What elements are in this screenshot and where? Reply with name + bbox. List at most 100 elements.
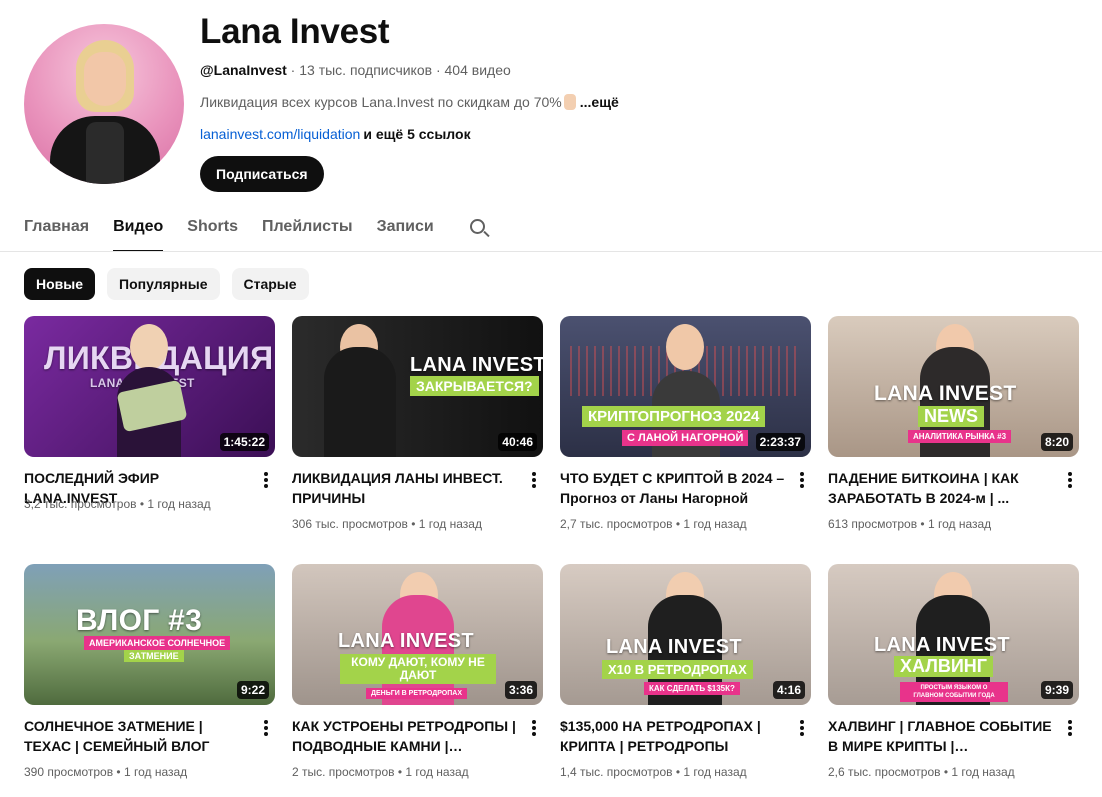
view-count: 2,7 тыс. просмотров [560, 517, 673, 531]
more-actions-icon[interactable] [257, 470, 275, 490]
video-duration: 40:46 [498, 433, 537, 451]
channel-links: lanainvest.com/liquidation и ещё 5 ссылок [200, 126, 471, 142]
avatar-face [84, 52, 126, 106]
kebab-dot [264, 732, 268, 736]
thumbnail-subtitle: X10 В РЕТРОДРОПАХ [602, 660, 753, 679]
tab-videos[interactable]: Видео [113, 210, 164, 252]
video-thumbnail[interactable]: LANA INVEST ЗАКРЫВАЕТСЯ? 40:46 [292, 316, 543, 457]
thumbnail-title: LANA INVEST [874, 634, 1010, 656]
video-meta: 1,4 тыс. просмотров • 1 год назад [560, 765, 747, 779]
video-title[interactable]: ЧТО БУДЕТ С КРИПТОЙ В 2024 – Прогноз от … [560, 468, 785, 508]
thumbnail-subtitle: NEWS [918, 406, 984, 427]
thumbnail-person-head [130, 324, 168, 370]
more-actions-icon[interactable] [525, 718, 543, 738]
tabs-divider [0, 251, 1102, 252]
thumbnail-person [324, 347, 396, 457]
thumbnail-title: LANA INVEST [874, 382, 1017, 405]
kebab-dot [532, 472, 536, 476]
more-actions-icon[interactable] [525, 470, 543, 490]
upload-age: 1 год назад [147, 497, 211, 511]
upload-age: 1 год назад [683, 765, 747, 779]
video-duration: 2:23:37 [755, 433, 805, 451]
video-thumbnail[interactable]: LANA INVEST NEWS АНАЛИТИКА РЫНКА #3 8:20 [828, 316, 1079, 457]
video-title[interactable]: ХАЛВИНГ | ГЛАВНОЕ СОБЫТИЕ В МИРЕ КРИПТЫ … [828, 716, 1053, 756]
thumbnail-subtitle: ЗАКРЫВАЕТСЯ? [410, 376, 539, 396]
more-actions-icon[interactable] [793, 470, 811, 490]
kebab-dot [264, 472, 268, 476]
tab-playlists[interactable]: Плейлисты [262, 210, 353, 252]
thumbnail-tag: ЗАТМЕНИЕ [124, 650, 184, 662]
more-actions-icon[interactable] [793, 718, 811, 738]
meta-sep-1: · [286, 62, 300, 78]
tab-home[interactable]: Главная [24, 210, 89, 252]
video-card[interactable]: LANA INVEST КОМУ ДАЮТ, КОМУ НЕ ДАЮТ ДЕНЬ… [292, 564, 543, 784]
tab-shorts[interactable]: Shorts [187, 210, 238, 252]
kebab-dot [1068, 732, 1072, 736]
channel-meta: @LanaInvest · 13 тыс. подписчиков · 404 … [200, 62, 511, 78]
more-actions-icon[interactable] [257, 718, 275, 738]
thumbnail-tag: АНАЛИТИКА РЫНКА #3 [908, 430, 1012, 443]
video-thumbnail[interactable]: КРИПТОПРОГНОЗ 2024 С ЛАНОЙ НАГОРНОЙ 2:23… [560, 316, 811, 457]
upload-age: 1 год назад [683, 517, 747, 531]
channel-link[interactable]: lanainvest.com/liquidation [200, 126, 360, 142]
thumbnail-person-head [666, 324, 704, 370]
extra-links[interactable]: и ещё 5 ссылок [363, 126, 470, 142]
video-duration: 9:39 [1040, 681, 1073, 699]
thumbnail-subtitle: АМЕРИКАНСКОЕ СОЛНЕЧНОЕ [84, 636, 231, 650]
more-actions-icon[interactable] [1061, 470, 1079, 490]
kebab-dot [800, 726, 804, 730]
more-link[interactable]: ...ещё [580, 94, 619, 110]
video-duration: 1:45:22 [219, 433, 269, 451]
video-duration: 8:20 [1040, 433, 1073, 451]
thumbnail-subtitle: С ЛАНОЙ НАГОРНОЙ [622, 430, 749, 446]
video-title[interactable]: КАК УСТРОЕНЫ РЕТРОДРОПЫ | ПОДВОДНЫЕ КАМН… [292, 716, 517, 756]
video-thumbnail[interactable]: ВЛОГ #3 АМЕРИКАНСКОЕ СОЛНЕЧНОЕ ЗАТМЕНИЕ … [24, 564, 275, 705]
video-meta: 613 просмотров • 1 год назад [828, 517, 992, 531]
kebab-dot [1068, 720, 1072, 724]
tab-posts[interactable]: Записи [377, 210, 434, 252]
video-duration: 9:22 [236, 681, 269, 699]
video-card[interactable]: LANA INVEST ЗАКРЫВАЕТСЯ? 40:46 ЛИКВИДАЦИ… [292, 316, 543, 536]
subscribe-button[interactable]: Подписаться [200, 156, 324, 192]
channel-tabs: Главная Видео Shorts Плейлисты Записи [24, 210, 490, 252]
chip-oldest[interactable]: Старые [231, 268, 309, 300]
video-thumbnail[interactable]: LANA INVEST ХАЛВИНГ ПРОСТЫМ ЯЗЫКОМ О ГЛА… [828, 564, 1079, 705]
thumbnail-subtitle: КОМУ ДАЮТ, КОМУ НЕ ДАЮТ [340, 654, 496, 684]
video-title[interactable]: СОЛНЕЧНОЕ ЗАТМЕНИЕ | ТЕХАС | СЕМЕЙНЫЙ ВЛ… [24, 716, 249, 756]
thumbnail-title: LANA INVEST [410, 354, 543, 376]
description-text: Ликвидация всех курсов Lana.Invest по ск… [200, 94, 562, 110]
video-card[interactable]: ВЛОГ #3 АМЕРИКАНСКОЕ СОЛНЕЧНОЕ ЗАТМЕНИЕ … [24, 564, 275, 784]
video-card[interactable]: LANA INVEST X10 В РЕТРОДРОПАХ КАК СДЕЛАТ… [560, 564, 811, 784]
thumbnail-tag: ДЕНЬГИ В РЕТРОДРОПАХ [366, 688, 467, 699]
video-card[interactable]: LANA INVEST ХАЛВИНГ ПРОСТЫМ ЯЗЫКОМ О ГЛА… [828, 564, 1079, 784]
upload-age: 1 год назад [951, 765, 1015, 779]
video-card[interactable]: ЛИКВИДАЦИЯ LANA INVEST 1:45:22 ПОСЛЕДНИЙ… [24, 316, 275, 536]
video-card[interactable]: КРИПТОПРОГНОЗ 2024 С ЛАНОЙ НАГОРНОЙ 2:23… [560, 316, 811, 536]
kebab-dot [264, 726, 268, 730]
kebab-dot [532, 720, 536, 724]
video-thumbnail[interactable]: LANA INVEST X10 В РЕТРОДРОПАХ КАК СДЕЛАТ… [560, 564, 811, 705]
video-thumbnail[interactable]: LANA INVEST КОМУ ДАЮТ, КОМУ НЕ ДАЮТ ДЕНЬ… [292, 564, 543, 705]
view-count: 2,6 тыс. просмотров [828, 765, 941, 779]
video-duration: 3:36 [504, 681, 537, 699]
channel-avatar[interactable] [24, 24, 184, 184]
search-icon[interactable] [466, 210, 490, 252]
kebab-dot [1068, 472, 1072, 476]
video-title[interactable]: $135,000 НА РЕТРОДРОПАХ | КРИПТА | РЕТРО… [560, 716, 785, 756]
video-thumbnail[interactable]: ЛИКВИДАЦИЯ LANA INVEST 1:45:22 [24, 316, 275, 457]
kebab-dot [532, 484, 536, 488]
more-actions-icon[interactable] [1061, 718, 1079, 738]
video-title[interactable]: ЛИКВИДАЦИЯ ЛАНЫ ИНВЕСТ. ПРИЧИНЫ [292, 468, 517, 508]
view-count: 306 тыс. просмотров [292, 517, 408, 531]
kebab-dot [532, 732, 536, 736]
kebab-dot [532, 726, 536, 730]
upload-age: 1 год назад [405, 765, 469, 779]
video-title[interactable]: ПАДЕНИЕ БИТКОИНА | КАК ЗАРАБОТАТЬ В 2024… [828, 468, 1053, 508]
kebab-dot [532, 478, 536, 482]
channel-description[interactable]: Ликвидация всех курсов Lana.Invest по ск… [200, 94, 619, 110]
upload-age: 1 год назад [123, 765, 188, 779]
video-card[interactable]: LANA INVEST NEWS АНАЛИТИКА РЫНКА #3 8:20… [828, 316, 1079, 536]
view-count: 3,2 тыс. просмотров [24, 497, 137, 511]
chip-popular[interactable]: Популярные [107, 268, 220, 300]
chip-newest[interactable]: Новые [24, 268, 96, 300]
